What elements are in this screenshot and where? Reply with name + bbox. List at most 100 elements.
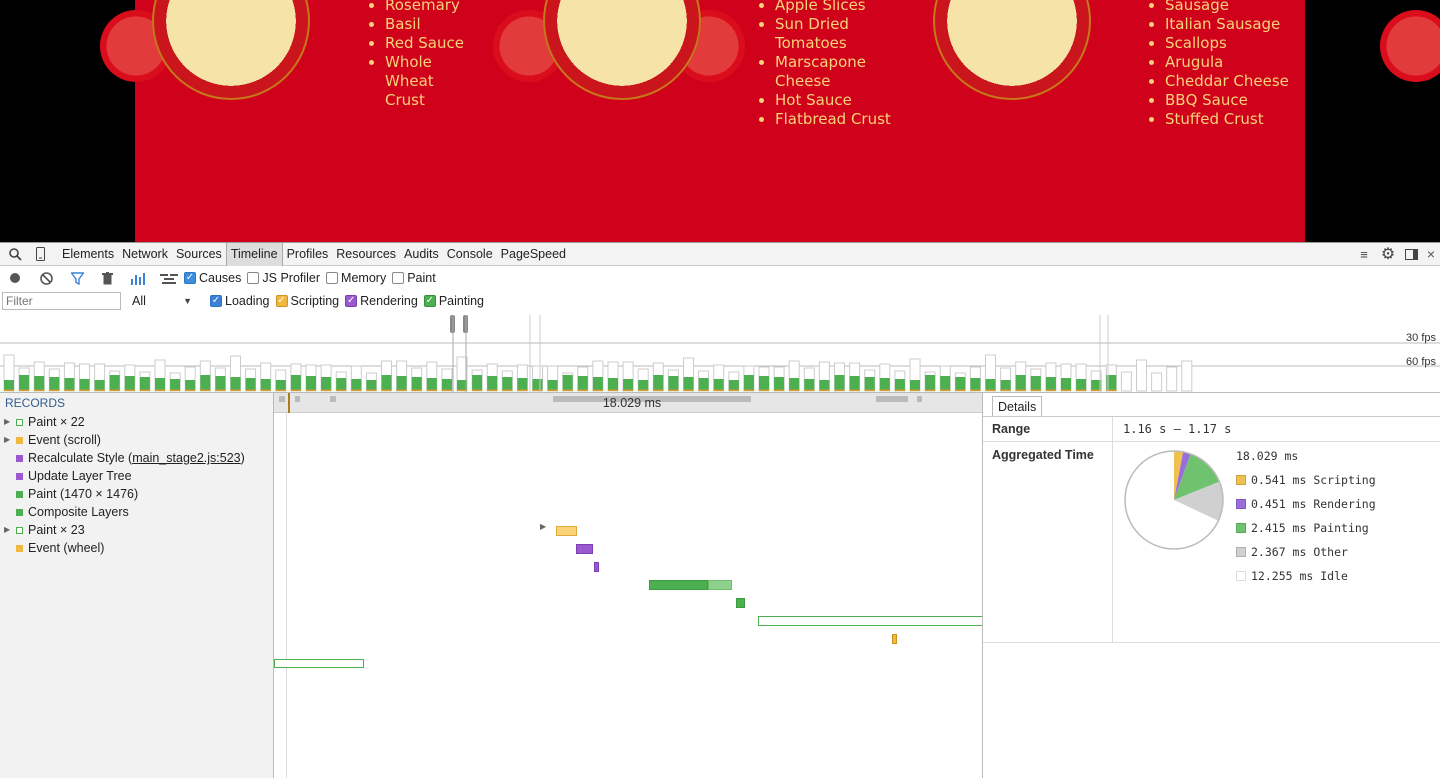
frame-bar-scripting xyxy=(623,389,634,391)
record-row[interactable]: Composite Layers xyxy=(0,503,273,521)
aggregated-row: Aggregated Time 18.029 ms 0.541 ms Scrip… xyxy=(983,442,1440,643)
memory-checkbox[interactable]: Memory xyxy=(326,271,386,285)
js-profiler-checkbox[interactable]: JS Profiler xyxy=(247,271,320,285)
record-row[interactable]: ▶ Event (scroll) xyxy=(0,431,273,449)
frame-bar-scripting xyxy=(351,389,362,391)
frame-bar-painting xyxy=(668,376,679,391)
ruler-segment xyxy=(917,396,922,402)
chevron-down-icon: ▼ xyxy=(183,295,192,306)
close-icon[interactable]: × xyxy=(1422,243,1440,266)
record-label-suffix: ) xyxy=(240,451,245,465)
rendering-checkbox[interactable]: ✓ Rendering xyxy=(345,294,418,308)
paint-checkbox[interactable]: Paint xyxy=(392,271,436,285)
bar-event-wheel[interactable] xyxy=(892,634,897,644)
tab-timeline[interactable]: Timeline xyxy=(225,242,283,266)
frame-bar-scripting xyxy=(215,389,226,391)
frames-overview-chart[interactable]: 30 fps 60 fps xyxy=(0,315,1440,393)
bar-paint-x22[interactable] xyxy=(274,659,364,668)
tab-pagespeed[interactable]: PageSpeed xyxy=(497,243,570,266)
bar-event-scroll[interactable] xyxy=(556,526,577,536)
flame-chart-icon[interactable] xyxy=(154,267,184,289)
tab-sources[interactable]: Sources xyxy=(172,243,226,266)
tab-elements[interactable]: Elements xyxy=(58,243,118,266)
expand-triangle-icon[interactable]: ▶ xyxy=(4,413,10,431)
bar-recalculate-style[interactable] xyxy=(576,544,593,554)
rendering-label: Rendering xyxy=(360,293,418,308)
legend-value: 0.541 ms xyxy=(1251,473,1307,487)
record-icon[interactable] xyxy=(0,267,30,289)
frame-bar-painting xyxy=(19,375,30,391)
bar-paint-light[interactable] xyxy=(708,580,732,590)
search-icon[interactable] xyxy=(0,243,30,266)
frame-bar-painting xyxy=(139,377,150,391)
bar-paint[interactable] xyxy=(649,580,708,590)
frame-bar-scripting xyxy=(970,389,981,391)
filter-icon[interactable] xyxy=(62,267,92,289)
tab-resources[interactable]: Resources xyxy=(332,243,400,266)
scripting-checkbox[interactable]: ✓ Scripting xyxy=(275,294,339,308)
gear-icon[interactable]: ⚙ xyxy=(1376,243,1400,266)
filter-input[interactable] xyxy=(2,291,121,310)
frame-bar-scripting xyxy=(94,389,105,391)
bar-composite-layers[interactable] xyxy=(736,598,745,608)
frame-bar-scripting xyxy=(139,389,150,391)
tab-network[interactable]: Network xyxy=(118,243,172,266)
devtools-tab-bar: Elements Network Sources Timeline Profil… xyxy=(0,242,1440,266)
frame-bar-painting xyxy=(1061,378,1071,391)
record-row[interactable]: Update Layer Tree xyxy=(0,467,273,485)
causes-checkbox[interactable]: ✓ Causes xyxy=(184,271,241,285)
record-row[interactable]: Recalculate Style (main_stage2.js:523) xyxy=(0,449,273,467)
bar-paint-x23[interactable] xyxy=(758,616,982,626)
legend-swatch xyxy=(1236,475,1246,485)
frame-bar-scripting xyxy=(245,389,256,391)
legend-swatch xyxy=(1236,499,1246,509)
record-label: Paint × 22 xyxy=(28,415,85,429)
frame-bar-scripting xyxy=(910,389,920,391)
record-row[interactable]: ▶ Paint × 23 xyxy=(0,521,273,539)
details-tab[interactable]: Details xyxy=(992,396,1043,417)
record-row[interactable]: Paint (1470 × 1476) xyxy=(0,485,273,503)
tab-profiles[interactable]: Profiles xyxy=(283,243,333,266)
painting-checkbox[interactable]: ✓ Painting xyxy=(423,294,484,308)
frame-bar-painting xyxy=(34,376,45,391)
legend-row: 12.255 ms Idle xyxy=(1236,564,1436,588)
frame-bar-scripting xyxy=(517,389,528,391)
clear-icon[interactable] xyxy=(30,267,62,289)
bar-update-layer-tree[interactable] xyxy=(594,562,599,572)
frame-bar-painting xyxy=(638,380,649,391)
aggregated-time-pie-chart xyxy=(1124,450,1224,550)
frame-bar-scripting xyxy=(124,389,135,391)
frame-bar-painting xyxy=(441,379,452,391)
frame-bar-painting xyxy=(940,376,951,391)
bar-event-scroll-expand[interactable]: ▶ xyxy=(540,522,548,534)
timeline-records-graph[interactable]: 18.029 ms ▶ xyxy=(274,393,983,778)
device-mode-icon[interactable] xyxy=(30,243,50,266)
dock-side-icon[interactable] xyxy=(1400,243,1422,266)
topping-item: Stuffed Crust xyxy=(1165,110,1297,129)
overview-bars-icon[interactable] xyxy=(122,267,154,289)
legend-swatch xyxy=(1236,523,1246,533)
frame-bar-scripting xyxy=(109,389,120,391)
tab-audits[interactable]: Audits xyxy=(400,243,443,266)
frame-bar-painting xyxy=(910,380,920,391)
loading-checkbox[interactable]: ✓ Loading xyxy=(210,294,270,308)
frame-bar-painting xyxy=(306,376,316,391)
frame-bar xyxy=(1181,360,1193,392)
category-select[interactable]: All ▼ xyxy=(132,292,194,310)
frame-bar-painting xyxy=(774,377,785,391)
record-row[interactable]: ▶ Paint × 22 xyxy=(0,413,273,431)
garbage-collect-icon[interactable] xyxy=(92,267,122,289)
expand-triangle-icon[interactable]: ▶ xyxy=(4,521,10,539)
frame-bar xyxy=(1120,371,1132,392)
console-drawer-icon[interactable]: ≡ xyxy=(1352,243,1376,266)
record-row[interactable]: Event (wheel) xyxy=(0,539,273,557)
record-source-link[interactable]: main_stage2.js:523 xyxy=(132,449,240,467)
frames-overview[interactable]: 30 fps 60 fps xyxy=(0,315,1440,393)
frame-bar-painting xyxy=(351,379,362,391)
expand-triangle-icon[interactable]: ▶ xyxy=(4,431,10,449)
frame-bar-painting xyxy=(426,378,437,391)
frame-bar-painting xyxy=(728,380,739,391)
frame-bar-painting xyxy=(562,375,573,391)
tab-console[interactable]: Console xyxy=(443,243,497,266)
frame-bar-scripting xyxy=(698,389,709,391)
